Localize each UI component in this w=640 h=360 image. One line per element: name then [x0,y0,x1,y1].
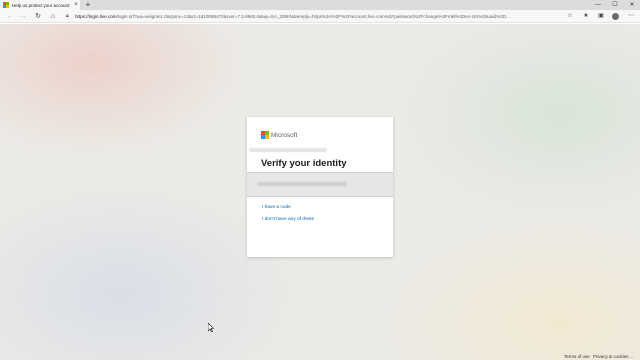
terms-link[interactable]: Terms of use [564,354,590,359]
verification-option[interactable] [247,172,393,197]
new-tab-button[interactable]: + [84,0,92,10]
tab-title: Help us protect your account [12,2,70,8]
window-maximize-button[interactable]: ☐ [607,0,623,10]
microsoft-favicon-icon [3,2,9,8]
lock-icon: 🔒︎ [66,13,69,19]
home-icon[interactable]: ⌂ [48,10,58,23]
more-menu-icon[interactable]: ⋯ [626,10,636,23]
have-code-link[interactable]: I have a code [262,205,291,210]
tab-close-icon[interactable]: × [72,0,80,10]
browser-tab[interactable]: Help us protect your account × [0,0,80,10]
profile-avatar[interactable] [612,13,619,20]
redacted-account [249,148,327,152]
collections-icon[interactable]: ▣ [596,10,606,23]
back-arrow-icon[interactable]: ← [5,10,15,23]
favorite-star-icon[interactable]: ☆ [565,10,575,23]
privacy-link[interactable]: Privacy & cookies [593,354,629,359]
redacted-option-text [257,182,347,186]
brand-name: Microsoft [271,131,298,139]
dont-have-any-link[interactable]: I don't have any of these [262,217,314,222]
microsoft-logo: Microsoft [261,131,297,139]
favorites-icon[interactable]: ★ [581,10,591,23]
address-input[interactable]: 🔒︎ https://login.live.com/login.srf?wa=w… [66,12,560,21]
tab-strip: Help us protect your account × + — ☐ ✕ [0,0,640,10]
page-title: Verify your identity [261,158,347,169]
page-background: Microsoft Verify your identity I have a … [0,24,640,360]
window-close-button[interactable]: ✕ [624,0,640,10]
url-path: /login.srf?wa=wsignin1.0&rpsnv=13&ct=161… [116,14,510,19]
refresh-icon[interactable]: ↻ [33,10,43,23]
forward-arrow-icon[interactable]: → [18,10,28,23]
verify-identity-card: Microsoft Verify your identity I have a … [247,117,393,257]
microsoft-logo-icon [261,131,269,139]
address-bar-row: ← → ↻ ⌂ 🔒︎ https://login.live.com/login.… [0,10,640,23]
window-minimize-button[interactable]: — [590,0,606,10]
url-host: https://login.live.com [75,14,117,19]
mouse-cursor-icon [207,319,215,333]
more-footer-link[interactable]: ... [630,354,634,359]
